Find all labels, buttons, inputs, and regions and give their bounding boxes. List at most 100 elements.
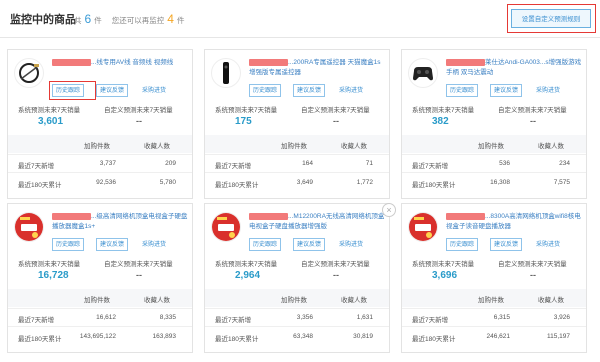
cart-180d-value: 16,308 [490, 179, 510, 186]
row-label: 最近7天新增 [412, 317, 449, 324]
row-label: 最近180天累计 [18, 182, 62, 189]
cart-180d-value: 143,695,122 [79, 333, 116, 340]
sys-pred-label: 系统预测未来7天销量 [18, 107, 81, 114]
fav-180d-value: 163,893 [152, 333, 177, 340]
feedback-button[interactable]: 建议反馈 [293, 238, 326, 251]
fav-7d-value: 3,926 [553, 314, 570, 321]
product-name-link[interactable]: xxxxxxxxxxxx...线专用AV线 音频线 视频线 [52, 58, 188, 78]
row-label: 最近7天新增 [215, 163, 252, 170]
sys-pred-value: 382 [432, 116, 449, 127]
col-fav-header: 收藏人数 [144, 297, 170, 304]
product-card: xxxxxxxxxxxx...8300A高清网络机顶盒wifi8核电视盒子读音硬… [401, 203, 587, 353]
row-label: 最近180天累计 [412, 336, 456, 343]
sys-pred-label: 系统预测未来7天销量 [215, 261, 278, 268]
history-button[interactable]: 历史跟踪 [52, 238, 85, 251]
redacted-text: xxxxxxxxxxxx [249, 213, 288, 220]
custom-pred-value: -- [333, 270, 339, 280]
sys-pred-value: 3,601 [38, 116, 64, 127]
cart-180d-value: 246,621 [486, 333, 511, 340]
row-label: 最近7天新增 [18, 317, 55, 324]
custom-pred-label: 自定义预测未来7天销量 [301, 261, 370, 268]
row-label: 最近7天新增 [18, 163, 55, 170]
redacted-text: xxxxxxxxxxxx [52, 59, 91, 66]
product-card: xxxxxxxxxxxx莱仕达Andi-GA003...s增强版游戏手柄 双马达… [401, 49, 587, 199]
monitor-count: 共6件 您还可以再监控 4 件 [74, 12, 185, 26]
cart-7d-value: 164 [302, 160, 313, 167]
sys-pred-value: 16,728 [38, 270, 69, 281]
product-thumbnail[interactable] [211, 58, 241, 88]
fav-7d-value: 8,335 [159, 314, 176, 321]
cart-180d-value: 63,348 [293, 333, 313, 340]
feedback-button[interactable]: 建议反馈 [293, 84, 326, 97]
page-title: 监控中的商品 [10, 14, 76, 26]
product-name-link[interactable]: xxxxxxxxxxxx...级高清网络机顶盒电视盒子硬盘播放器魔盒1s+ [52, 212, 188, 232]
custom-pred-label: 自定义预测未来7天销量 [498, 107, 567, 114]
row-label: 最近180天累计 [412, 182, 456, 189]
history-button[interactable]: 历史跟踪 [249, 238, 282, 251]
custom-pred-label: 自定义预测未来7天销量 [498, 261, 567, 268]
history-button[interactable]: 历史跟踪 [446, 238, 479, 251]
product-card: xxxxxxxxxxxx...M12200RA无线高清网络机顶盒电视盒子硬盘播放… [204, 203, 390, 353]
sys-pred-label: 系统预测未来7天销量 [215, 107, 278, 114]
product-thumbnail[interactable] [14, 58, 44, 88]
feedback-button[interactable]: 建议反馈 [490, 238, 523, 251]
settings-button[interactable]: 设置自定义预测规则 [511, 9, 591, 28]
product-thumbnail[interactable] [211, 212, 241, 242]
fav-180d-value: 115,197 [546, 333, 570, 340]
product-thumbnail[interactable] [408, 212, 438, 242]
row-label: 最近180天累计 [18, 336, 62, 343]
feedback-button[interactable]: 建议反馈 [490, 84, 523, 97]
product-name-link[interactable]: xxxxxxxxxxxx...M12200RA无线高清网络机顶盒电视盒子硬盘播放… [249, 212, 385, 232]
close-icon[interactable]: × [382, 203, 396, 217]
col-fav-header: 收藏人数 [144, 143, 170, 150]
cart-180d-value: 3,649 [296, 179, 313, 186]
cart-7d-value: 536 [499, 160, 510, 167]
history-button[interactable]: 历史跟踪 [52, 84, 85, 97]
feedback-button[interactable]: 建议反馈 [96, 238, 129, 251]
divider [0, 37, 600, 38]
custom-pred-value: -- [530, 116, 536, 126]
purchase-button[interactable]: 采购进货 [532, 238, 565, 251]
purchase-button[interactable]: 采购进货 [138, 84, 171, 97]
col-cart-header: 加购件数 [478, 297, 504, 304]
product-name-link[interactable]: xxxxxxxxxxxx...8300A高清网络机顶盒wifi8核电视盒子读音硬… [446, 212, 582, 232]
product-name-link[interactable]: xxxxxxxxxxxx...200RA专属遥控器 天猫魔盒1s增强版专属遥控器 [249, 58, 385, 78]
row-label: 最近180天累计 [215, 182, 259, 189]
remain-count-value: 4 [167, 12, 174, 26]
product-name-link[interactable]: xxxxxxxxxxxx莱仕达Andi-GA003...s增强版游戏手柄 双马达… [446, 58, 582, 78]
sys-pred-label: 系统预测未来7天销量 [412, 107, 475, 114]
fav-180d-value: 1,772 [356, 179, 373, 186]
col-cart-header: 加购件数 [84, 297, 110, 304]
custom-pred-value: -- [333, 116, 339, 126]
sys-pred-label: 系统预测未来7天销量 [412, 261, 475, 268]
history-button[interactable]: 历史跟踪 [249, 84, 282, 97]
purchase-button[interactable]: 采购进货 [335, 84, 368, 97]
purchase-button[interactable]: 采购进货 [138, 238, 171, 251]
feedback-button[interactable]: 建议反馈 [96, 84, 129, 97]
purchase-button[interactable]: 采购进货 [532, 84, 565, 97]
fav-180d-value: 7,575 [553, 179, 570, 186]
fav-180d-value: 30,819 [353, 333, 373, 340]
row-label: 最近7天新增 [215, 317, 252, 324]
custom-pred-label: 自定义预测未来7天销量 [301, 107, 370, 114]
col-fav-header: 收藏人数 [538, 143, 564, 150]
fav-7d-value: 234 [559, 160, 570, 167]
custom-pred-label: 自定义预测未来7天销量 [104, 261, 173, 268]
fav-7d-value: 71 [365, 160, 373, 167]
custom-pred-value: -- [136, 116, 142, 126]
product-thumbnail[interactable] [14, 212, 44, 242]
row-label: 最近7天新增 [412, 163, 449, 170]
history-button[interactable]: 历史跟踪 [446, 84, 479, 97]
fav-7d-value: 209 [165, 160, 176, 167]
col-fav-header: 收藏人数 [538, 297, 564, 304]
page-header: 监控中的商品 共6件 您还可以再监控 4 件 设置自定义预测规则 [0, 0, 600, 40]
cart-7d-value: 16,612 [96, 314, 116, 321]
custom-pred-value: -- [136, 270, 142, 280]
cart-180d-value: 92,536 [96, 179, 116, 186]
col-fav-header: 收藏人数 [341, 297, 367, 304]
purchase-button[interactable]: 采购进货 [335, 238, 368, 251]
fav-7d-value: 1,631 [356, 314, 373, 321]
product-thumbnail[interactable] [408, 58, 438, 88]
cart-7d-value: 3,737 [99, 160, 116, 167]
redacted-text: xxxxxxxxxxxx [446, 213, 485, 220]
